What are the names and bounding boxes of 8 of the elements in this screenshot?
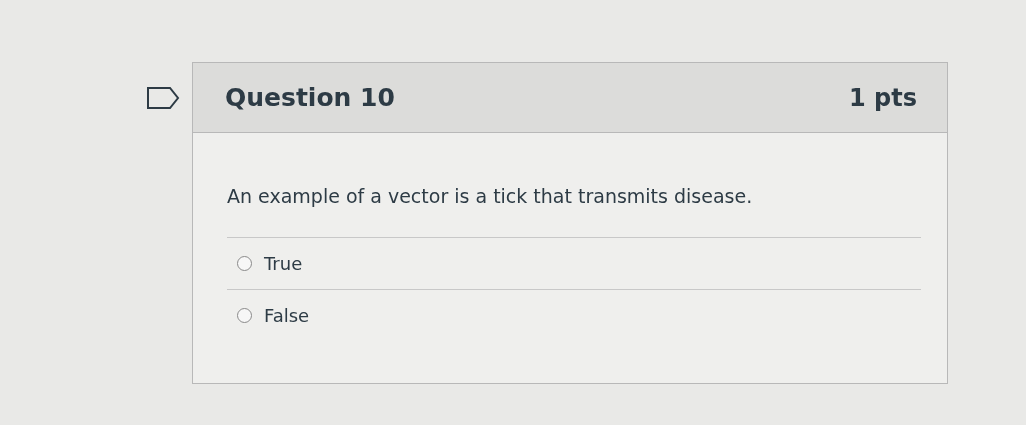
flag-icon[interactable] xyxy=(146,86,180,110)
radio-button[interactable] xyxy=(237,256,252,271)
answer-label[interactable]: False xyxy=(264,305,310,326)
radio-button[interactable] xyxy=(237,308,252,323)
question-title: Question 10 xyxy=(225,83,395,112)
question-text: An example of a vector is a tick that transmits disease. xyxy=(227,185,921,238)
question-points: 1 pts xyxy=(849,83,917,112)
answer-label[interactable]: True xyxy=(264,253,303,274)
